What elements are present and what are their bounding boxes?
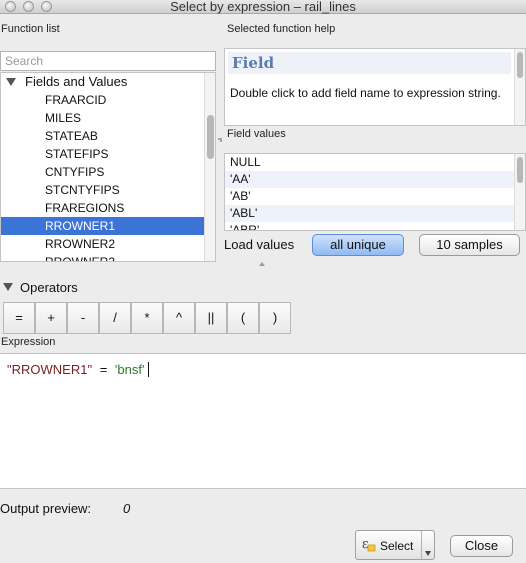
operator-equals-button[interactable]: = bbox=[3, 302, 35, 334]
close-button[interactable]: Close bbox=[450, 535, 513, 557]
ten-samples-button[interactable]: 10 samples bbox=[419, 234, 520, 256]
epsilon-expression-icon: ε bbox=[362, 536, 376, 552]
field-value-item[interactable]: 'AA' bbox=[225, 171, 515, 188]
operator-plus-button[interactable]: + bbox=[35, 302, 67, 334]
help-text: Double click to add field name to expres… bbox=[230, 86, 501, 100]
tree-item-stateab[interactable]: STATEAB bbox=[1, 127, 205, 145]
function-list-label: Function list bbox=[1, 23, 60, 35]
operators-bar: = + - / * ^ || ( ) bbox=[0, 302, 296, 334]
dropdown-arrow-icon[interactable] bbox=[425, 551, 431, 556]
field-values-label: Field values bbox=[227, 128, 286, 140]
tree-item-rrowner3[interactable]: RROWNER3 bbox=[1, 253, 205, 261]
operators-label: Operators bbox=[20, 280, 78, 295]
tree-item-stcntyfips[interactable]: STCNTYFIPS bbox=[1, 181, 205, 199]
tree-item-statefips[interactable]: STATEFIPS bbox=[1, 145, 205, 163]
output-preview-label: Output preview: bbox=[0, 501, 92, 516]
help-scrollbar[interactable] bbox=[514, 49, 525, 125]
expression-text[interactable]: "RROWNER1" = 'bnsf' bbox=[7, 362, 150, 377]
operator-power-button[interactable]: ^ bbox=[163, 302, 195, 334]
field-values-scrollbar-thumb[interactable] bbox=[517, 157, 523, 183]
tree-group-label: Fields and Values bbox=[25, 74, 128, 89]
expression-editor[interactable]: "RROWNER1" = 'bnsf' bbox=[0, 353, 526, 489]
help-title: Field bbox=[228, 52, 511, 74]
splitter-grip-icon[interactable] bbox=[259, 262, 265, 266]
tree-scrollbar[interactable] bbox=[204, 73, 215, 261]
field-value-item[interactable]: NULL bbox=[225, 154, 515, 171]
window-title: Select by expression – rail_lines bbox=[170, 0, 356, 14]
tree-item-cntyfips[interactable]: CNTYFIPS bbox=[1, 163, 205, 181]
operator-concat-button[interactable]: || bbox=[195, 302, 227, 334]
field-value-item[interactable]: 'AB' bbox=[225, 188, 515, 205]
expression-value: 'bnsf' bbox=[114, 362, 145, 377]
operator-minus-button[interactable]: - bbox=[67, 302, 99, 334]
output-preview-value: 0 bbox=[123, 501, 131, 516]
field-value-item[interactable]: 'ABR' bbox=[225, 222, 515, 230]
all-unique-button[interactable]: all unique bbox=[312, 234, 404, 256]
operator-multiply-button[interactable]: * bbox=[131, 302, 163, 334]
operator-open-paren-button[interactable]: ( bbox=[227, 302, 259, 334]
search-input[interactable]: Search bbox=[0, 51, 216, 71]
help-scrollbar-thumb[interactable] bbox=[517, 52, 523, 78]
tree-scrollbar-thumb[interactable] bbox=[207, 115, 214, 159]
operator-close-paren-button[interactable]: ) bbox=[259, 302, 291, 334]
select-split-button[interactable]: ε Select bbox=[355, 530, 435, 560]
selected-help-label: Selected function help bbox=[227, 23, 336, 35]
splitter-handle-icon[interactable] bbox=[218, 138, 222, 142]
tree-item-rrowner2[interactable]: RROWNER2 bbox=[1, 235, 205, 253]
operators-collapse-icon[interactable] bbox=[3, 283, 13, 291]
load-values-label: Load values bbox=[224, 237, 295, 252]
expression-field: "RROWNER1" bbox=[7, 362, 93, 377]
select-button-label[interactable]: Select bbox=[380, 539, 413, 553]
expression-operator: = bbox=[99, 362, 108, 377]
tree-item-rrowner1[interactable]: RROWNER1 bbox=[1, 217, 205, 235]
field-values-scrollbar[interactable] bbox=[514, 154, 525, 230]
text-caret bbox=[148, 362, 150, 377]
title-bar: Select by expression – rail_lines bbox=[0, 0, 526, 14]
tree-item-fraarcid[interactable]: FRAARCID bbox=[1, 91, 205, 109]
tree-item-miles[interactable]: MILES bbox=[1, 109, 205, 127]
expand-triangle-icon[interactable] bbox=[6, 78, 16, 86]
tree-group-fields-and-values[interactable]: Fields and Values bbox=[1, 73, 215, 91]
help-panel: Field Double click to add field name to … bbox=[224, 48, 526, 126]
split-divider bbox=[421, 531, 422, 559]
field-value-item[interactable]: 'ABL' bbox=[225, 205, 515, 222]
expression-label: Expression bbox=[1, 336, 56, 348]
field-values-list[interactable]: NULL 'AA' 'AB' 'ABL' 'ABR' bbox=[224, 153, 526, 231]
operator-divide-button[interactable]: / bbox=[99, 302, 131, 334]
function-tree[interactable]: Fields and Values FRAARCID MILES STATEAB… bbox=[0, 72, 216, 262]
tree-item-fraregions[interactable]: FRAREGIONS bbox=[1, 199, 205, 217]
